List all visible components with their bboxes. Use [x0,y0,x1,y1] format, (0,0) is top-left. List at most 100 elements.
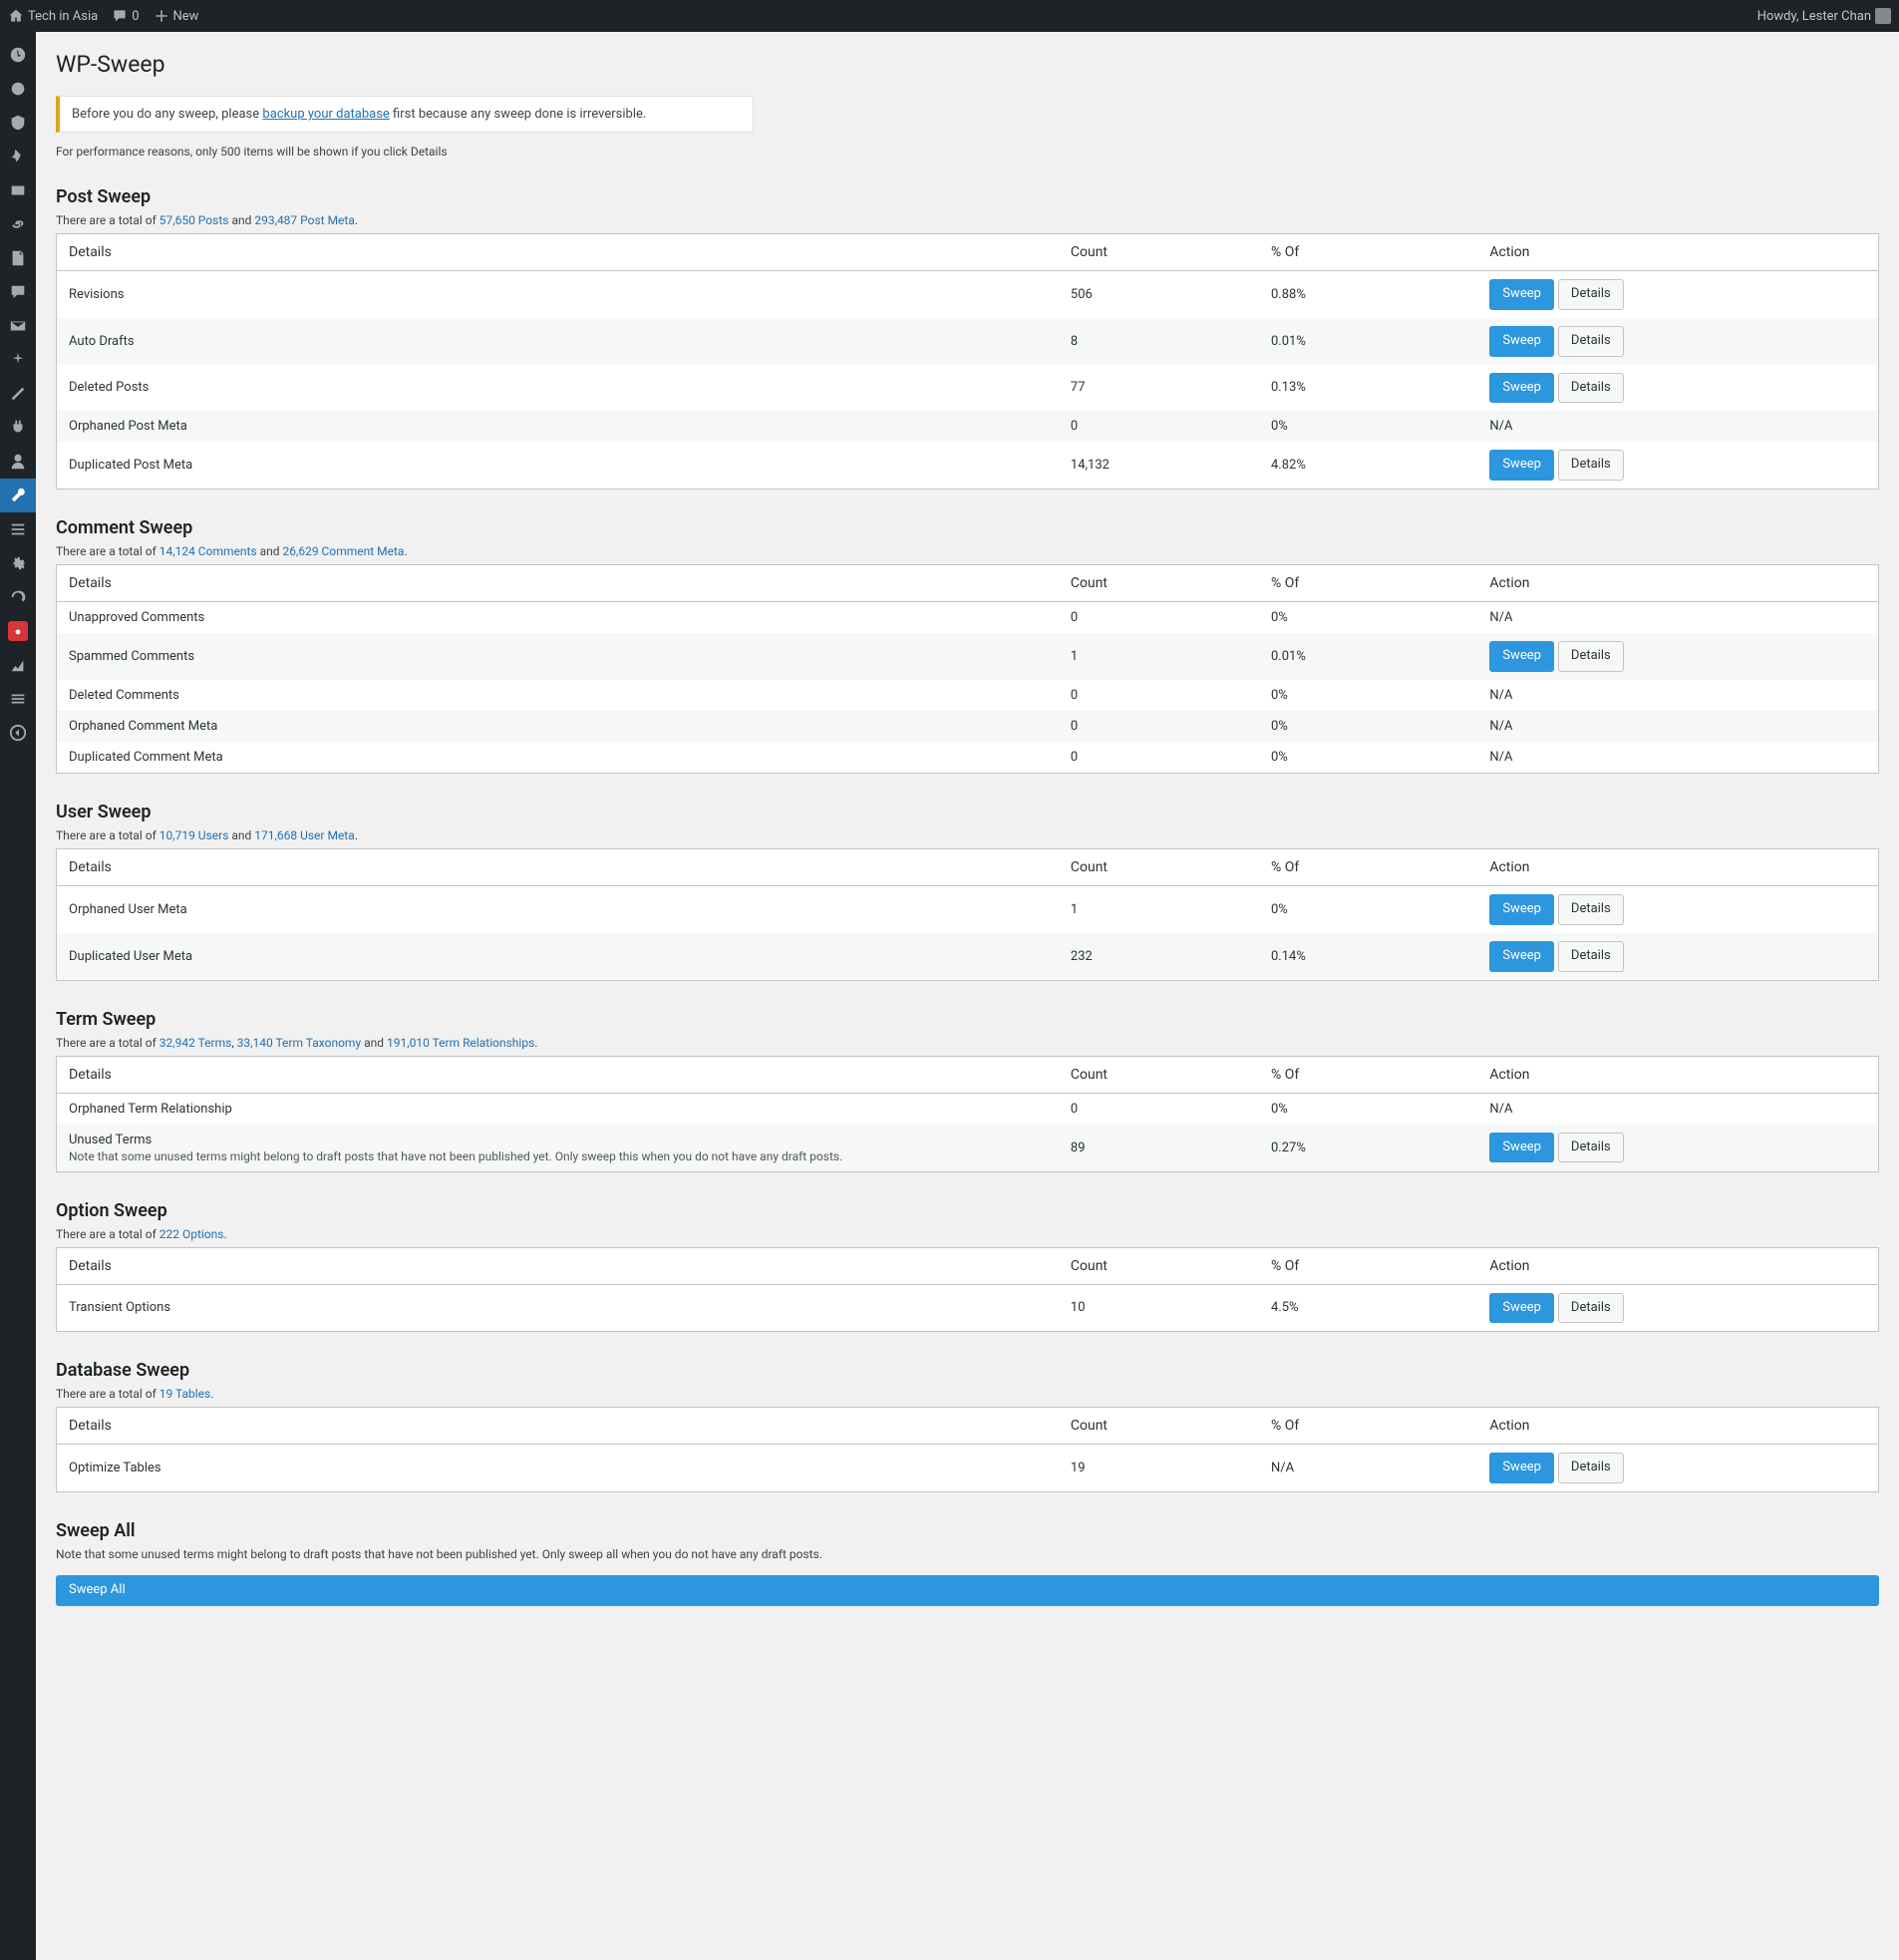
sidebar-sparkle[interactable] [0,343,36,377]
refresh-icon [9,588,27,606]
table-row: Optimize Tables19N/ASweepDetails [57,1445,1879,1492]
row-label: Orphaned Post Meta [57,411,1059,442]
sweep-button[interactable]: Sweep [1489,326,1554,357]
details-button[interactable]: Details [1558,450,1624,481]
sidebar-mail[interactable] [0,309,36,343]
details-button[interactable]: Details [1558,326,1624,357]
row-pct: 0.27% [1259,1125,1477,1172]
tables-link[interactable]: 19 Tables [159,1387,210,1401]
sweep-button[interactable]: Sweep [1489,373,1554,404]
summary-period: . [534,1036,537,1050]
row-count: 1 [1059,885,1259,932]
table-row: Unapproved Comments00%N/A [57,602,1879,634]
table-row: Orphaned Term Relationship00%N/A [57,1093,1879,1125]
table-row: Auto Drafts80.01%SweepDetails [57,318,1879,365]
sweep-button[interactable]: Sweep [1489,894,1554,925]
gear-icon [9,554,27,572]
adminbar-account[interactable]: Howdy, Lester Chan [1757,8,1891,24]
row-label: Optimize Tables [57,1445,1059,1492]
sidebar-collapse[interactable] [0,716,36,750]
th-count: Count [1059,848,1259,885]
relationships-link[interactable]: 191,010 Term Relationships [387,1036,534,1050]
sidebar-users[interactable] [0,445,36,479]
row-label-wrapper: Unused TermsNote that some unused terms … [57,1125,1059,1172]
table-row: Revisions5060.88%SweepDetails [57,271,1879,318]
backup-link[interactable]: backup your database [262,107,389,122]
comment-icon [112,8,128,24]
sidebar-media[interactable] [0,173,36,207]
details-button[interactable]: Details [1558,373,1624,404]
adminbar-site[interactable]: Tech in Asia [8,8,98,24]
row-label: Duplicated Post Meta [57,442,1059,489]
summary-prefix: There are a total of [56,213,159,227]
th-action: Action [1477,234,1878,271]
details-button[interactable]: Details [1558,941,1624,972]
sidebar-settings[interactable] [0,512,36,546]
users-link[interactable]: 10,719 Users [159,828,229,842]
comment-sweep-heading: Comment Sweep [56,517,1879,538]
row-na: N/A [1477,602,1878,634]
postmeta-link[interactable]: 293,487 Post Meta [254,213,355,227]
sweep-button[interactable]: Sweep [1489,641,1554,672]
details-button[interactable]: Details [1558,641,1624,672]
sidebar-appearance[interactable] [0,377,36,411]
th-count: Count [1059,1056,1259,1093]
summary-and: and [257,544,283,558]
summary-and: and [361,1036,387,1050]
sidebar-generic1[interactable] [0,72,36,106]
sidebar-tools[interactable] [0,479,36,512]
posts-link[interactable]: 57,650 Posts [159,213,229,227]
sidebar-plugins[interactable] [0,411,36,445]
details-button[interactable]: Details [1558,1453,1624,1483]
sidebar-cache[interactable] [0,580,36,614]
sidebar-dashboard[interactable] [0,38,36,72]
comments-link[interactable]: 14,124 Comments [159,544,257,558]
sweep-button[interactable]: Sweep [1489,1453,1554,1483]
row-label: Duplicated Comment Meta [57,742,1059,774]
adminbar-comments[interactable]: 0 [112,8,139,24]
page-title: WP-Sweep [56,42,1879,82]
home-icon [8,8,24,24]
sidebar-badge[interactable]: ● [0,614,36,648]
th-details: Details [57,1408,1059,1445]
row-label: Spammed Comments [57,633,1059,680]
admin-sidebar: ● [0,32,36,1960]
circle-icon [9,80,27,98]
sidebar-analytics[interactable] [0,648,36,682]
sidebar-posts[interactable] [0,140,36,173]
commentmeta-link[interactable]: 26,629 Comment Meta [283,544,405,558]
sidebar-links[interactable] [0,207,36,241]
adminbar-new[interactable]: New [154,8,199,24]
sidebar-comments[interactable] [0,275,36,309]
sweep-button[interactable]: Sweep [1489,1133,1554,1163]
details-button[interactable]: Details [1558,1133,1624,1163]
sliders-icon [9,520,27,538]
row-pct: 0.88% [1259,271,1477,318]
sidebar-gear[interactable] [0,546,36,580]
terms-link[interactable]: 32,942 Terms [159,1036,232,1050]
sweep-button[interactable]: Sweep [1489,941,1554,972]
sweep-button[interactable]: Sweep [1489,1293,1554,1324]
row-count: 77 [1059,365,1259,412]
page-icon [9,249,27,267]
sweep-button[interactable]: Sweep [1489,279,1554,310]
details-button[interactable]: Details [1558,894,1624,925]
dashboard-icon [9,46,27,64]
row-count: 8 [1059,318,1259,365]
sidebar-menu[interactable] [0,682,36,716]
details-button[interactable]: Details [1558,1293,1624,1324]
sidebar-security[interactable] [0,106,36,140]
row-count: 1 [1059,633,1259,680]
post-sweep-summary: There are a total of 57,650 Posts and 29… [56,213,1879,227]
chart-icon [9,656,27,674]
sidebar-pages[interactable] [0,241,36,275]
sweep-button[interactable]: Sweep [1489,450,1554,481]
usermeta-link[interactable]: 171,668 User Meta [254,828,354,842]
row-count: 0 [1059,742,1259,774]
sweep-all-button[interactable]: Sweep All [56,1575,1879,1606]
main-content: WP-Sweep Before you do any sweep, please… [36,32,1899,1646]
taxonomy-link[interactable]: 33,140 Term Taxonomy [237,1036,361,1050]
table-row: Transient Options104.5%SweepDetails [57,1284,1879,1332]
options-link[interactable]: 222 Options [159,1227,224,1241]
details-button[interactable]: Details [1558,279,1624,310]
